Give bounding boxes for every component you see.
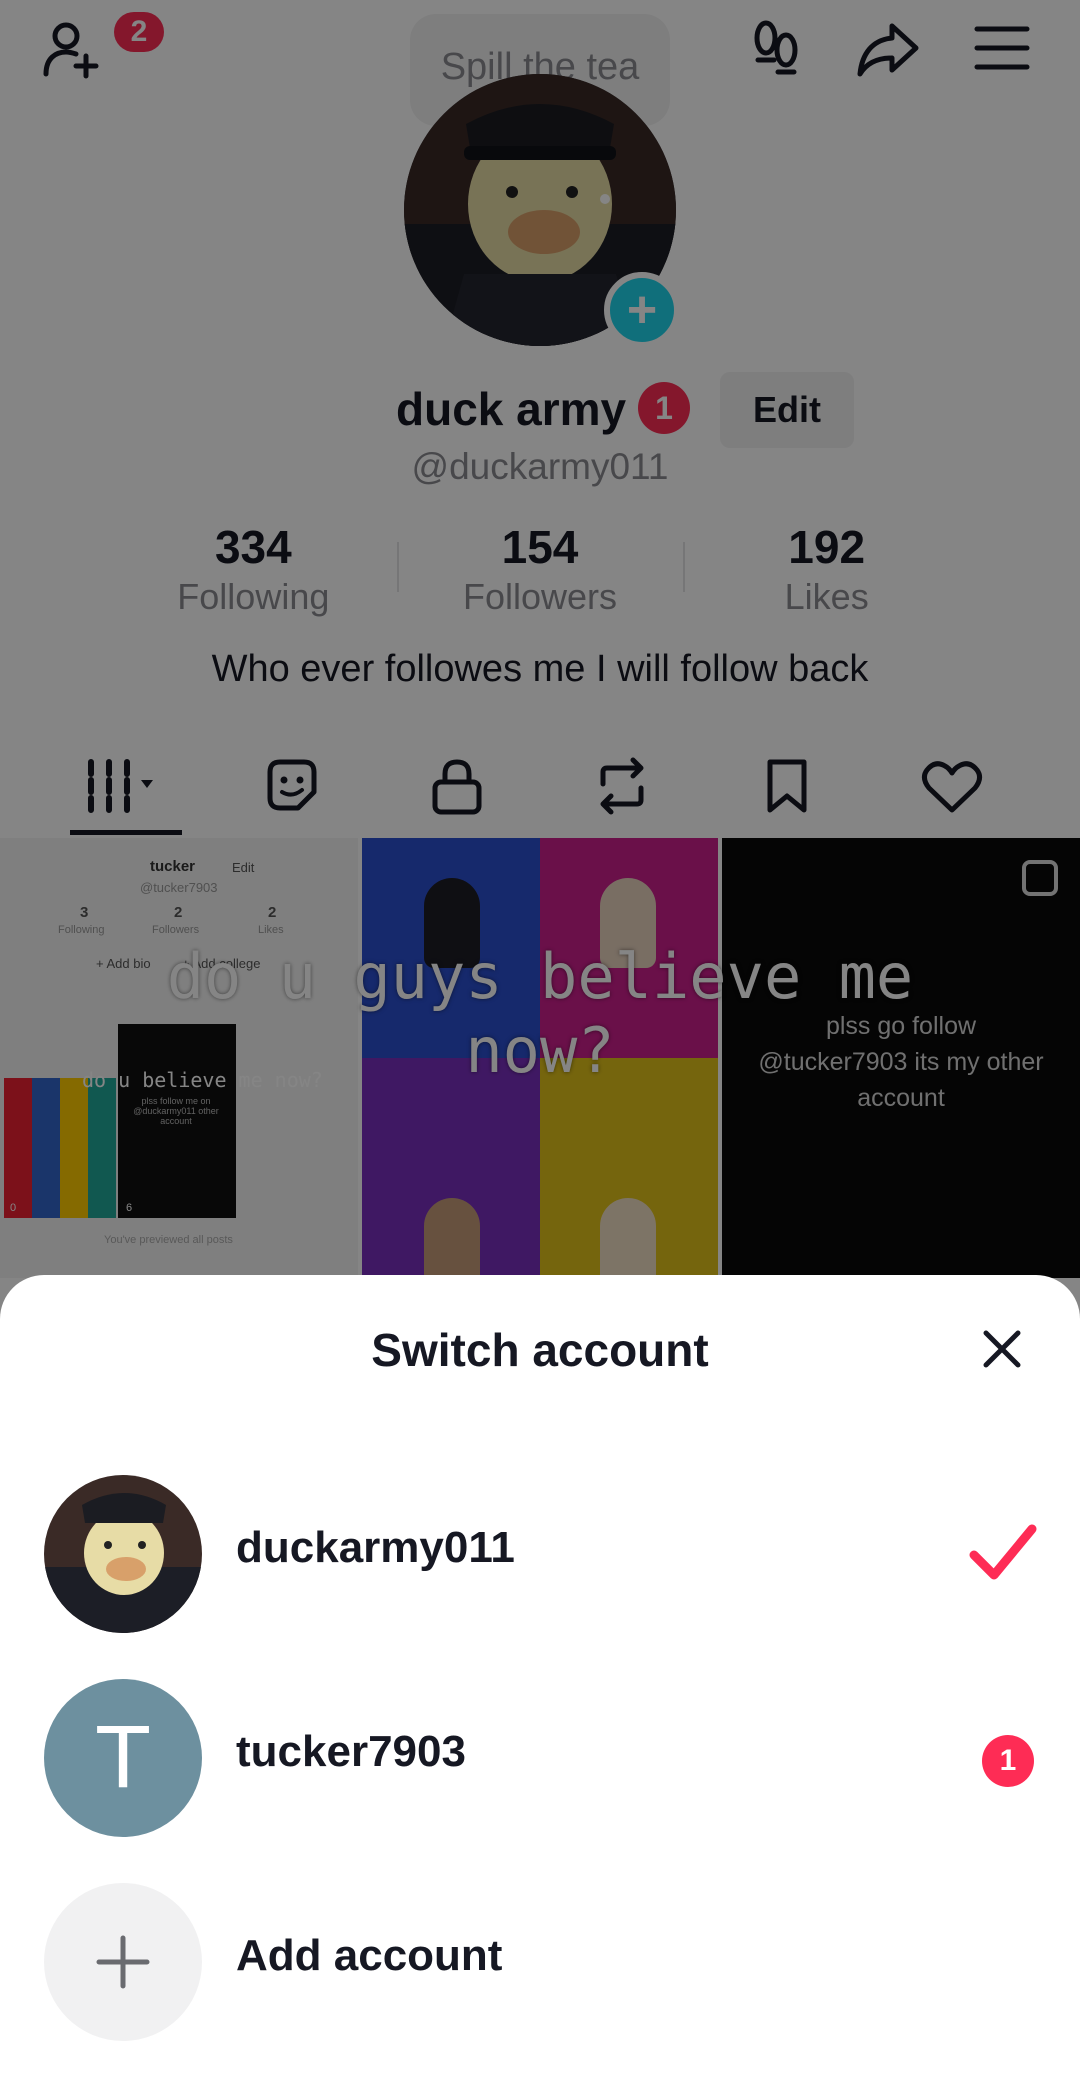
switch-account-sheet: Switch account duckarmy011 T tucker7903 … [0, 1275, 1080, 2080]
add-account-avatar [44, 1883, 202, 2041]
account-avatar-initial: T [44, 1679, 202, 1837]
add-account-label: Add account [236, 1931, 503, 1980]
account-username: tucker7903 [236, 1727, 466, 1776]
checkmark-icon [969, 1524, 1037, 1580]
account-notification-badge: 1 [982, 1735, 1034, 1787]
close-icon [983, 1330, 1021, 1368]
add-account-row[interactable]: Add account [0, 1873, 1080, 2043]
close-button[interactable] [966, 1313, 1038, 1385]
sheet-title: Switch account [371, 1324, 709, 1376]
account-row-duckarmy011[interactable]: duckarmy011 [0, 1465, 1080, 1635]
plus-icon [96, 1935, 150, 1989]
duck-fbi-avatar-image [44, 1475, 202, 1633]
account-avatar-duck [44, 1475, 202, 1633]
account-username: duckarmy011 [236, 1523, 515, 1572]
account-row-tucker7903[interactable]: T tucker7903 1 [0, 1669, 1080, 1839]
